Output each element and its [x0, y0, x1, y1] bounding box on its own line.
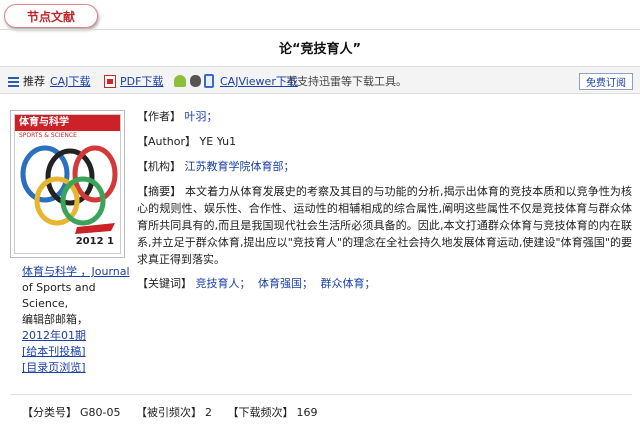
download-count-value: 169 [296, 406, 318, 419]
author-label: 【作者】 [137, 110, 181, 123]
keyword-link[interactable]: 竞技育人； [196, 277, 251, 290]
author-link[interactable]: 叶羽； [185, 110, 218, 123]
article-metadata: 【作者】 叶羽； 【Author】 YE Yu1 【机构】 江苏教育学院体育部；… [137, 108, 632, 300]
recommend-label: 推荐 [23, 75, 45, 88]
cover-journal-title: 体育与科学 [15, 115, 120, 131]
editor-email: 编辑部邮箱， [22, 313, 88, 326]
abstract-text: 本文着力从体育发展史的考察及其目的与功能的分析,揭示出体育的竞技本质和以竞争性为… [137, 185, 633, 266]
class-label: 【分类号】 [22, 406, 77, 419]
author-en-row: 【Author】 YE Yu1 [137, 133, 632, 151]
divider [0, 29, 640, 30]
list-icon [8, 76, 19, 87]
pdf-download-button[interactable]: PDF下载 [104, 67, 163, 95]
recommend-button[interactable]: 推荐 [8, 67, 45, 95]
keyword-link[interactable]: 体育强国； [258, 277, 313, 290]
page-title: 论“竞技育人” [278, 42, 362, 57]
olympic-rings-icon [20, 145, 118, 234]
free-subscribe-button[interactable]: 免费订阅 [579, 73, 633, 90]
download-note: 不支持迅雷等下载工具。 [286, 75, 407, 88]
journal-info: 体育与科学 ，Journal of Sports and Science, 编辑… [22, 264, 132, 376]
cited-value: 2 [205, 406, 212, 419]
org-row: 【机构】 江苏教育学院体育部； [137, 158, 632, 176]
browse-toc-link[interactable]: [目录页浏览] [22, 360, 132, 376]
cover-year-issue: 2012 1 [75, 236, 114, 247]
journal-cover[interactable]: 体育与科学 SPORTS & SCIENCE 2012 1 [10, 110, 125, 258]
pdf-icon [104, 74, 116, 88]
mobile-icon [204, 74, 214, 88]
keywords-row: 【关键词】 竞技育人； 体育强国； 群众体育； [137, 275, 632, 293]
abstract: 【摘要】 本文着力从体育发展史的考察及其目的与功能的分析,揭示出体育的竞技本质和… [137, 183, 632, 268]
caj-download-button[interactable]: CAJ下载 [50, 67, 90, 95]
android-icon [174, 75, 186, 87]
article-stats: 【分类号】 G80-05 【被引频次】 2 【下载频次】 169 [22, 404, 321, 420]
class-value: G80-05 [80, 406, 121, 419]
caj-download-link[interactable]: CAJ下载 [50, 73, 90, 89]
divider [10, 394, 632, 395]
cover-english-title: SPORTS & SCIENCE [19, 132, 77, 139]
toolbar: 推荐 CAJ下载 PDF下载 CAJViewer下载 不支持迅雷等下载工具。 免… [0, 66, 640, 94]
org-label: 【机构】 [137, 160, 181, 173]
author-row: 【作者】 叶羽； [137, 108, 632, 126]
journal-line: of Sports and [22, 281, 96, 294]
author-en-label: 【Author】 [137, 135, 197, 148]
cajviewer-download-button[interactable]: CAJViewer下载 [174, 67, 298, 95]
org-link[interactable]: 江苏教育学院体育部； [185, 160, 295, 173]
abstract-label: 【摘要】 [137, 185, 182, 198]
issue-link[interactable]: 2012年01期 [22, 328, 132, 344]
journal-name-link[interactable]: 体育与科学 ，Journal [22, 264, 132, 280]
submit-article-link[interactable]: [给本刊投稿] [22, 344, 132, 360]
keywords-label: 【关键词】 [137, 277, 192, 290]
cover-image: 体育与科学 SPORTS & SCIENCE 2012 1 [14, 114, 121, 254]
pdf-download-link[interactable]: PDF下载 [120, 73, 163, 89]
journal-line: Science, [22, 297, 69, 310]
keyword-link[interactable]: 群众体育； [321, 277, 376, 290]
download-count-label: 【下载频次】 [227, 406, 294, 419]
author-en-value: YE Yu1 [199, 135, 237, 148]
tab-node-literature[interactable]: 节点文献 [4, 4, 98, 28]
apple-icon [190, 75, 201, 87]
cited-label: 【被引频次】 [136, 406, 202, 419]
